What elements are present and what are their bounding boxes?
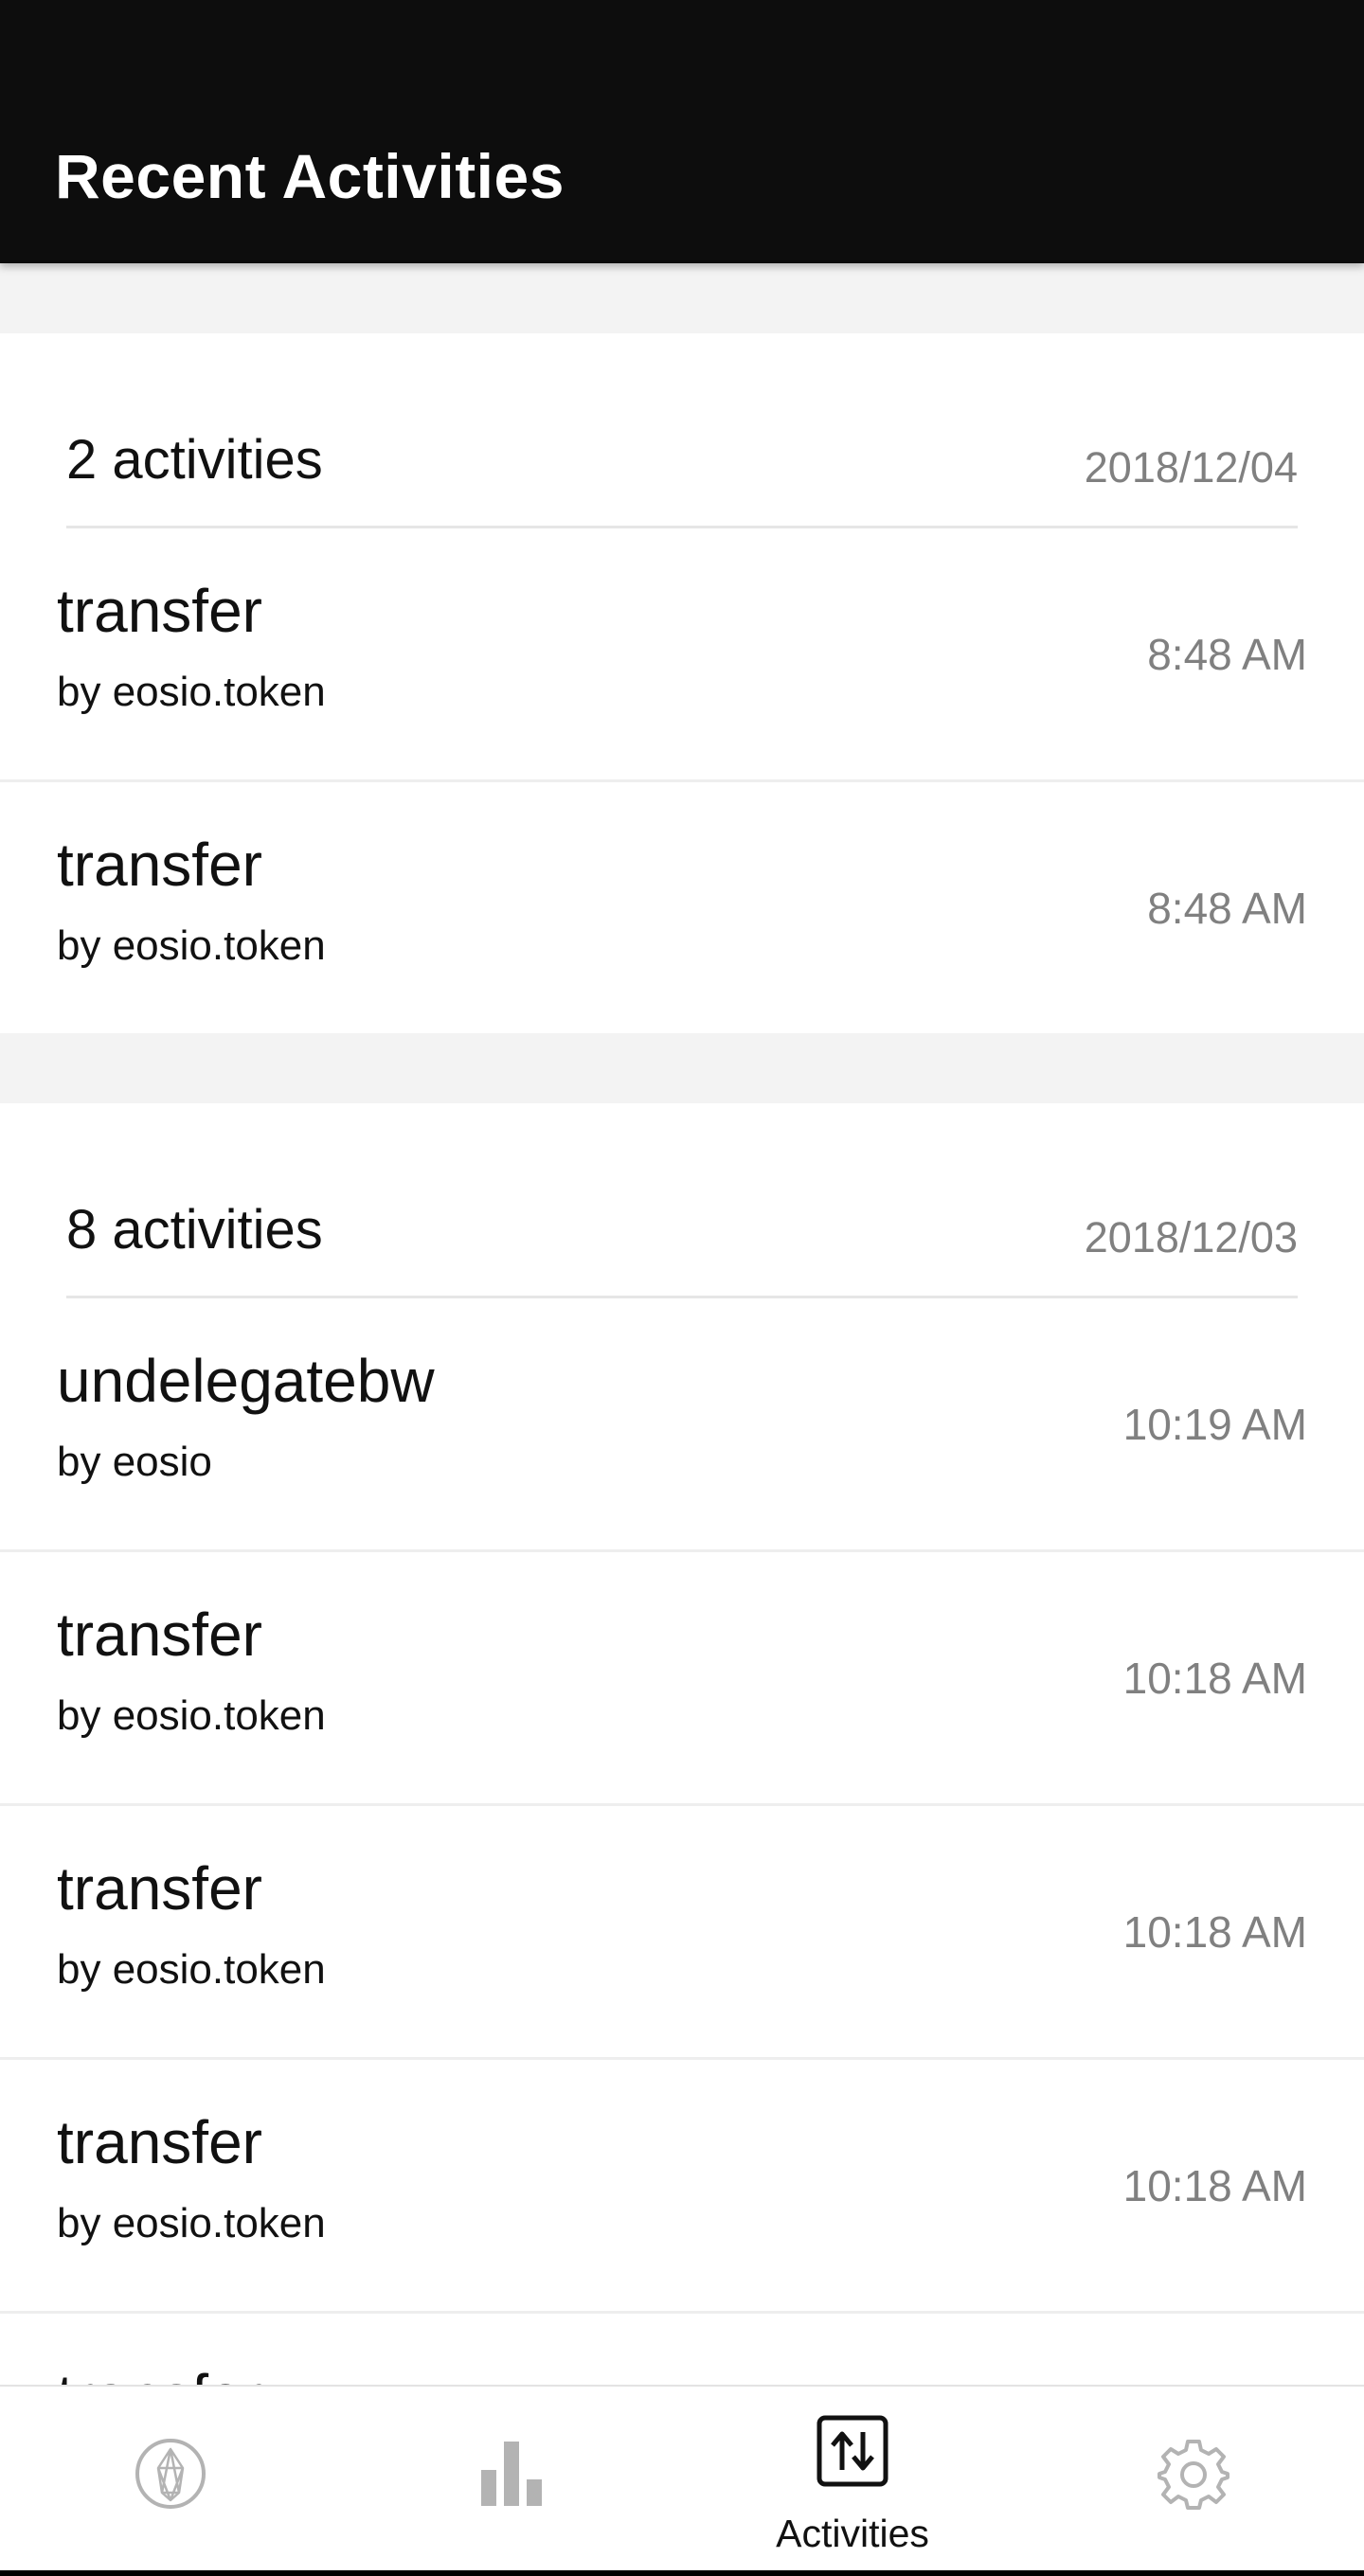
activity-time: 10:18 AM [1122,2161,1307,2210]
nav-item-wallet[interactable] [0,2387,341,2570]
activity-row[interactable]: transfer by eosio.token 8:48 AM [0,528,1364,782]
activity-name: transfer [57,2361,262,2385]
activity-account: by eosio.token [57,1692,326,1739]
activity-account: by eosio.token [57,2200,326,2246]
nav-item-settings[interactable] [1023,2387,1364,2570]
activity-name: undelegatebw [57,1347,435,1415]
group-date: 2018/12/03 [1084,1213,1298,1261]
app-bar: Recent Activities [0,0,1364,263]
activity-row[interactable]: transfer by eosio.token 8:48 AM [0,782,1364,1033]
eos-logo-icon [135,2439,206,2509]
activity-time: 10:18 AM [1122,1907,1307,1957]
group-date: 2018/12/04 [1084,443,1298,492]
activity-name: transfer [57,1601,262,1669]
activity-row[interactable]: transfer by eosio.token 10:18 AM [0,1552,1364,1806]
activity-account: by eosio [57,1439,212,1485]
activity-time: 8:48 AM [1147,630,1307,679]
page-title: Recent Activities [55,141,565,211]
activity-account: by eosio.token [57,1946,326,1993]
activity-row[interactable]: undelegatebw by eosio 10:19 AM [0,1298,1364,1552]
activity-account: by eosio.token [57,669,326,715]
activity-account: by eosio.token [57,922,326,969]
activity-name: transfer [57,831,262,899]
group-count: 8 activities [66,1199,323,1261]
group-header: 8 activities 2018/12/03 [0,1103,1364,1298]
nav-item-activities[interactable]: Activities [682,2387,1023,2570]
section-gap [0,1033,1364,1103]
activity-group: 2 activities 2018/12/04 transfer by eosi… [0,333,1364,1033]
nav-label-activities: Activities [776,2512,929,2555]
activity-time: 8:48 AM [1147,884,1307,933]
group-header: 2 activities 2018/12/04 [0,333,1364,528]
nav-item-stats[interactable] [341,2387,682,2570]
group-count: 2 activities [66,429,323,491]
activity-row[interactable]: transfer by eosio.token 10:18 AM [0,1806,1364,2060]
activity-group: 8 activities 2018/12/03 undelegatebw by … [0,1103,1364,2385]
activity-name: transfer [57,577,262,645]
activity-time: 10:19 AM [1122,1400,1307,1449]
bottom-navigation: Activities [0,2385,1364,2570]
activity-name: transfer [57,2108,262,2176]
transfer-arrows-icon [817,2415,888,2487]
activity-time: 10:18 AM [1122,1654,1307,1703]
gear-icon [1158,2440,1229,2510]
activity-row[interactable]: transfer [0,2314,1364,2385]
section-gap [0,263,1364,333]
activity-row[interactable]: transfer by eosio.token 10:18 AM [0,2060,1364,2314]
bar-chart-icon [481,2442,542,2506]
activity-list[interactable]: 2 activities 2018/12/04 transfer by eosi… [0,263,1364,2385]
activity-name: transfer [57,1854,262,1923]
